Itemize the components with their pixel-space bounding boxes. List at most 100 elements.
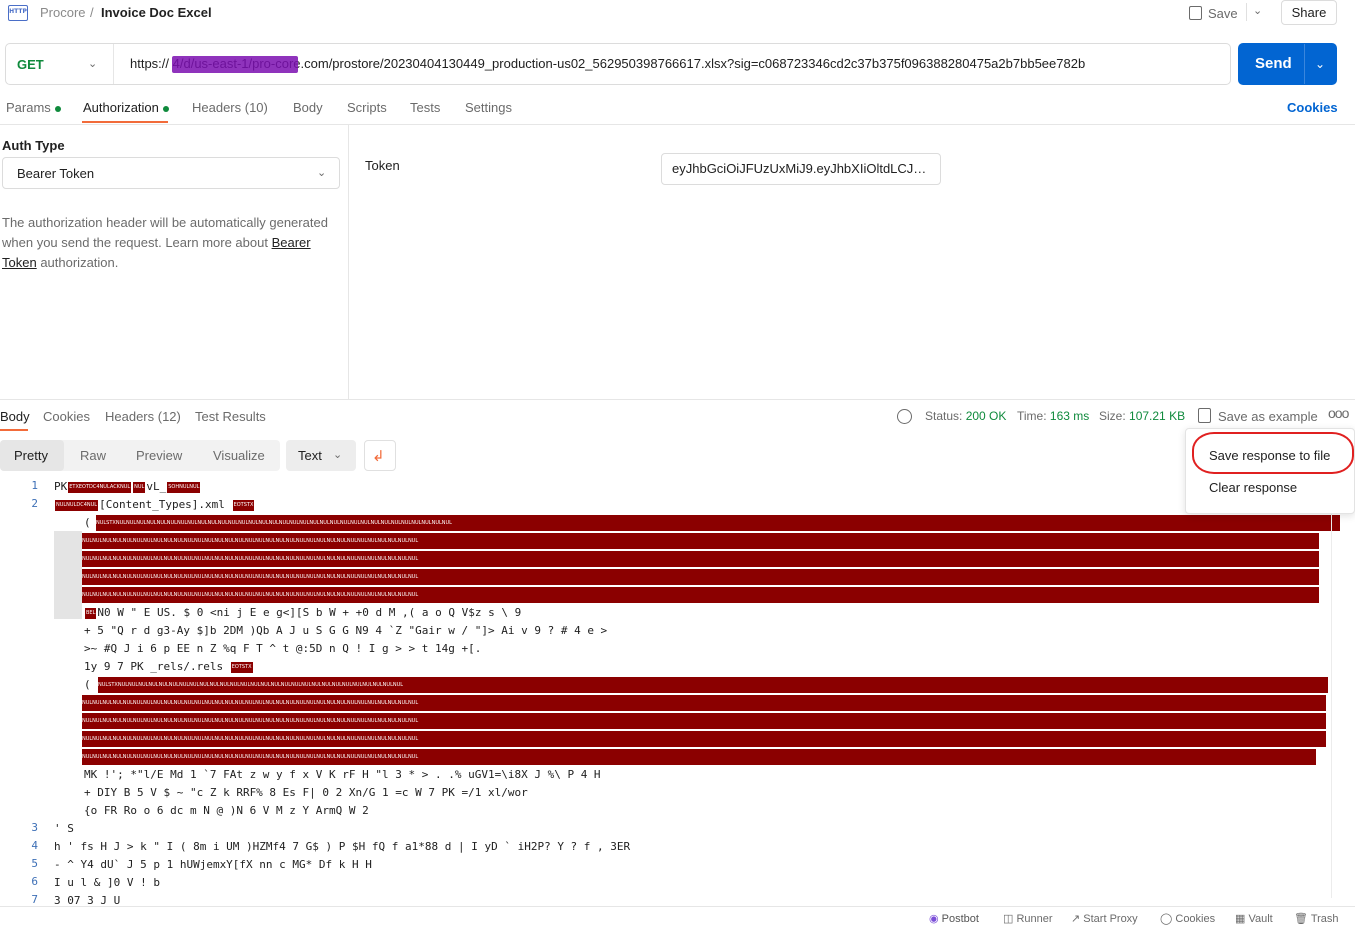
save-as-example-button[interactable]: Save as example <box>1218 409 1318 424</box>
line-number: 5 <box>31 857 38 870</box>
control-char-band: NULSTXNULNULNULNULNULNULNULNULNULNULNULN… <box>98 677 1328 693</box>
control-char-band: NULSTXNULNULNULNULNULNULNULNULNULNULNULN… <box>96 515 1340 531</box>
annotation-highlight-ring <box>1192 432 1354 474</box>
footer-cookies[interactable]: ◯ Cookies <box>1160 912 1215 925</box>
cookie-icon: ◯ <box>1160 913 1173 925</box>
proxy-icon: ↗ <box>1071 913 1081 925</box>
send-label[interactable]: Send <box>1255 55 1292 72</box>
control-char-band: NULNULNULNULNULNULNULNULNULNULNULNULNULN… <box>82 695 1326 711</box>
status-readout: Status: 200 OK <box>925 409 1007 423</box>
save-example-icon[interactable] <box>1198 408 1211 423</box>
params-indicator-dot <box>54 105 61 112</box>
control-char-band: NULNULNULNULNULNULNULNULNULNULNULNULNULN… <box>82 749 1316 765</box>
response-tab-body[interactable]: Body <box>0 409 30 424</box>
footer-postbot[interactable]: ◉ Postbot <box>929 912 979 925</box>
tab-tests[interactable]: Tests <box>410 100 440 115</box>
line-number: 1 <box>31 479 38 492</box>
tab-scripts[interactable]: Scripts <box>347 100 387 115</box>
tabs-divider <box>0 124 1355 125</box>
line-number: 4 <box>31 839 38 852</box>
runner-icon: ◫ <box>1003 913 1014 925</box>
method-select[interactable]: GET <box>17 57 44 72</box>
control-char-band: NULNULNULNULNULNULNULNULNULNULNULNULNULN… <box>82 569 1319 585</box>
tab-settings[interactable]: Settings <box>465 100 512 115</box>
wrap-lines-icon: ↲ <box>372 448 385 465</box>
vault-icon: ▦ <box>1235 913 1246 925</box>
send-options-chevron-icon[interactable]: ⌄ <box>1315 57 1325 71</box>
control-char-band: NULNULNULNULNULNULNULNULNULNULNULNULNULN… <box>82 533 1319 549</box>
method-divider <box>113 44 114 84</box>
tab-authorization[interactable]: Authorization <box>83 100 169 115</box>
size-readout: Size: 107.21 KB <box>1099 409 1186 423</box>
tab-body[interactable]: Body <box>293 100 323 115</box>
footer-trash[interactable]: 🗑 Trash <box>1294 912 1339 925</box>
line-number: 7 <box>31 893 38 905</box>
control-char-band: NULNULNULNULNULNULNULNULNULNULNULNULNULN… <box>82 551 1319 567</box>
footer-start-proxy[interactable]: ↗ Start Proxy <box>1071 912 1138 925</box>
token-input[interactable]: eyJhbGciOiJFUzUxMiJ9.eyJhbXIiOltdLCJhaXR… <box>661 153 941 185</box>
view-mode-visualize[interactable]: Visualize <box>213 448 265 463</box>
share-button[interactable]: Share <box>1281 0 1337 25</box>
control-char-band: NULNULNULNULNULNULNULNULNULNULNULNULNULN… <box>82 731 1326 747</box>
footer-divider <box>0 906 1355 907</box>
control-char-band: NULNULNULNULNULNULNULNULNULNULNULNULNULN… <box>82 587 1319 603</box>
tab-headers[interactable]: Headers (10) <box>192 100 268 115</box>
code-line: PK ETXEOTDC4NULACKNUL NUL vL_ SOHNULNUL <box>54 480 201 493</box>
code-line: I u l & ]0 V ! b <box>54 876 160 889</box>
http-icon: HTTP <box>8 5 28 21</box>
code-line: BEL N0 W " E US. $ 0 <ni j E e g<][S b W … <box>85 606 522 619</box>
tab-params[interactable]: Params <box>6 100 61 115</box>
save-icon <box>1189 6 1202 20</box>
code-line: 3 07 3 J U <box>54 894 121 905</box>
format-select-value[interactable]: Text <box>298 448 322 463</box>
save-divider <box>1246 3 1247 21</box>
view-mode-preview[interactable]: Preview <box>136 448 182 463</box>
request-title[interactable]: Invoice Doc Excel <box>101 5 212 20</box>
method-chevron-down-icon[interactable]: ⌄ <box>88 57 97 70</box>
save-button[interactable]: Save <box>1189 4 1238 22</box>
active-tab-indicator <box>82 121 168 123</box>
more-options-icon[interactable]: ooo <box>1328 405 1349 421</box>
code-line: {o FR Ro o 6 dc m N @ )N 6 V M z Y ArmQ … <box>84 804 369 817</box>
breadcrumb-workspace[interactable]: Procore <box>40 5 86 20</box>
response-divider <box>0 399 1355 400</box>
code-line: NULNULDC4NUL [Content_Types].xml EOTSTX <box>55 498 255 511</box>
code-line: h ' fs H J > k " I ( 8m i UM )HZMf4 7 G$… <box>54 840 631 853</box>
footer-runner[interactable]: ◫ Runner <box>1003 912 1053 925</box>
code-line: >~ #Q J i 6 p EE n Z %q F T ^ t @:5D n Q… <box>84 642 482 655</box>
response-tab-test-results[interactable]: Test Results <box>195 409 266 424</box>
code-line: - ^ Y4 dU` J 5 p 1 hUWjemxY[fX nn c MG* … <box>54 858 372 871</box>
auth-description: The authorization header will be automat… <box>2 215 328 270</box>
auth-type-label: Auth Type <box>2 138 65 153</box>
response-active-tab-indicator <box>0 429 28 431</box>
auth-type-chevron-down-icon[interactable]: ⌄ <box>317 166 326 179</box>
clear-response-item[interactable]: Clear response <box>1209 480 1297 495</box>
save-label: Save <box>1208 5 1238 21</box>
footer-vault[interactable]: ▦ Vault <box>1235 912 1273 925</box>
control-char-band: NULNULNULNULNULNULNULNULNULNULNULNULNULN… <box>82 713 1326 729</box>
view-mode-pretty[interactable]: Pretty <box>14 448 48 463</box>
url-redaction-scribble <box>172 56 298 73</box>
auth-panel-divider <box>348 125 349 400</box>
code-line: 1y 9 7 PK _rels/.rels EOTSTX <box>84 660 253 673</box>
response-tab-headers[interactable]: Headers (12) <box>105 409 181 424</box>
cookies-link[interactable]: Cookies <box>1287 100 1338 115</box>
code-scrollbar[interactable] <box>1331 478 1332 898</box>
view-mode-raw[interactable]: Raw <box>80 448 106 463</box>
send-divider <box>1304 44 1305 84</box>
authorization-indicator-dot <box>162 105 169 112</box>
line-number: 2 <box>31 497 38 510</box>
time-readout: Time: 163 ms <box>1017 409 1090 423</box>
code-line: ' S <box>54 822 74 835</box>
line-number: 6 <box>31 875 38 888</box>
globe-icon[interactable] <box>897 409 912 424</box>
format-chevron-down-icon[interactable]: ⌄ <box>333 448 342 461</box>
save-options-chevron-icon[interactable]: ⌄ <box>1253 4 1262 17</box>
trash-icon: 🗑 <box>1294 913 1308 925</box>
auth-type-value[interactable]: Bearer Token <box>17 166 94 181</box>
selection-gutter <box>54 531 82 619</box>
response-tab-cookies[interactable]: Cookies <box>43 409 90 424</box>
token-label: Token <box>365 158 400 173</box>
line-number: 3 <box>31 821 38 834</box>
code-line: MK !'; *"l/E Md 1 `7 FAt z w y f x V K r… <box>84 768 601 781</box>
